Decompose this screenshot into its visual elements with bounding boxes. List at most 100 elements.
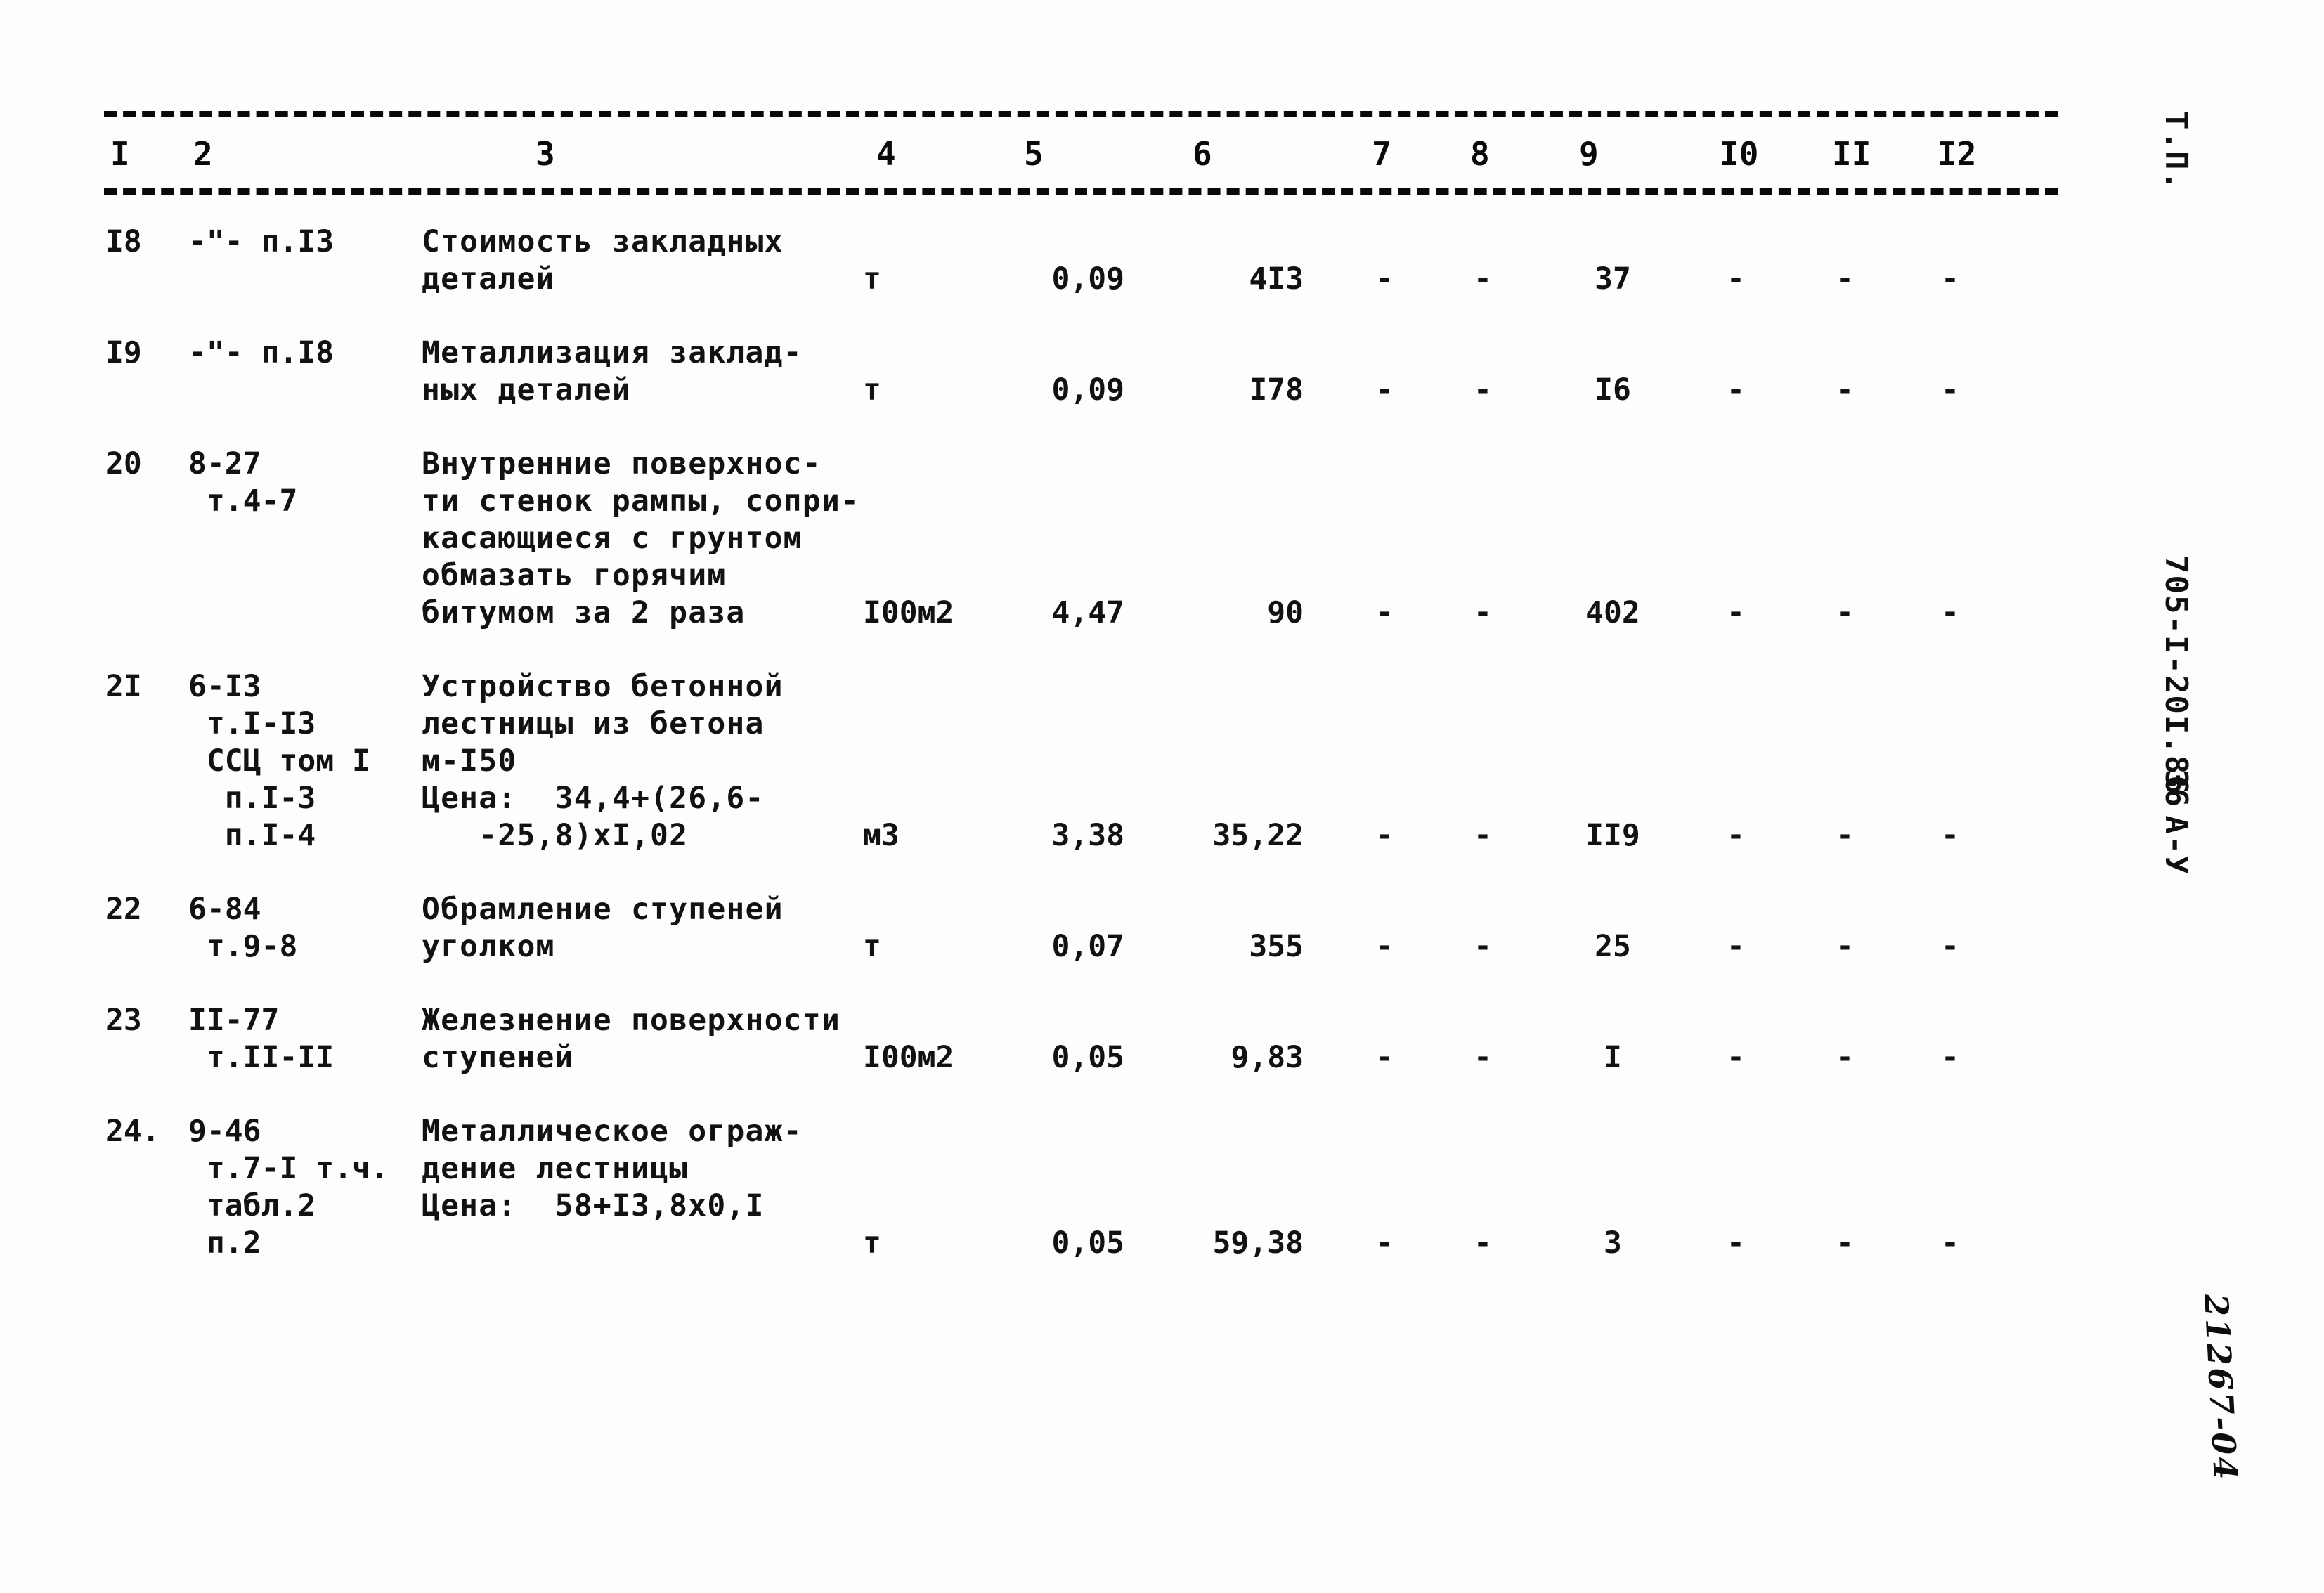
row-unit: м3 [863,818,900,853]
table-row: 23 II-77 т.II-II Железнение поверхности ст… [0,1002,2108,1113]
row-col9-total: I6 [1595,372,1631,408]
row-col12-value: - [1941,372,1959,408]
row-item-number: I9 [105,335,142,370]
side-project-mark: 705-I-20I.86 А-У [2158,555,2194,876]
column-header-6: 6 [1188,138,1217,170]
column-header-5: 5 [1019,138,1049,170]
row-col10-value: - [1727,372,1745,408]
row-unit: т [863,372,881,408]
row-norm-code: II-77 т.II-II [188,1003,335,1075]
row-quantity: 4,47 [1051,595,1124,630]
row-quantity: 0,09 [1051,372,1124,408]
row-norm-code: -"- п.I3 [188,224,335,259]
row-col12-value: - [1941,261,1959,297]
row-description: Железнение поверхности ступеней [422,1003,840,1075]
row-norm-code: 6-I3 т.I-I3 ССЦ том I п.I-3 п.I-4 [188,669,370,853]
column-header-4: 4 [871,138,901,170]
column-header-12: I2 [1933,138,1982,170]
side-title: Т.П. [2158,111,2194,191]
row-col11-value: - [1836,372,1854,408]
row-col10-value: - [1727,1040,1745,1075]
table-row: 2I 6-I3 т.I-I3 ССЦ том I п.I-3 п.I-4 Устро… [0,668,2108,891]
row-unit-price: 4I3 [1249,261,1304,297]
row-col11-value: - [1836,1225,1854,1261]
row-col7-value: - [1375,595,1394,630]
row-col11-value: - [1836,929,1854,964]
row-col12-value: - [1941,1225,1959,1261]
column-header-10: I0 [1715,138,1764,170]
table-row: 24. 9-46 т.7-I т.ч. табл.2 п.2 Металлическ… [0,1113,2108,1299]
row-col12-value: - [1941,1040,1959,1075]
column-header-8: 8 [1465,138,1495,170]
row-col8-value: - [1474,1225,1492,1261]
row-col8-value: - [1474,818,1492,853]
row-unit: I00м2 [863,595,954,630]
row-quantity: 3,38 [1051,818,1124,853]
row-col7-value: - [1375,1225,1394,1261]
row-item-number: 22 [105,892,142,927]
row-col10-value: - [1727,929,1745,964]
row-col12-value: - [1941,929,1959,964]
row-unit-price: 90 [1267,595,1304,630]
row-col9-total: 25 [1595,929,1631,964]
row-description: Металлизация заклад- ных деталей [422,335,803,408]
row-col9-total: 3 [1604,1225,1622,1261]
row-col8-value: - [1474,261,1492,297]
row-col9-total: 402 [1585,595,1640,630]
row-norm-code: -"- п.I8 [188,335,335,370]
row-quantity: 0,05 [1051,1040,1124,1075]
row-col9-total: I [1604,1040,1622,1075]
row-unit: т [863,261,881,297]
row-unit-price: 355 [1249,929,1304,964]
document-page: I 2 3 4 5 6 7 8 9 I0 II I2 I8 -"- п.I3 Стоимость закл… [0,0,2324,1593]
row-item-number: 24. [105,1114,160,1149]
row-quantity: 0,07 [1051,929,1124,964]
row-unit-price: 9,83 [1231,1040,1304,1075]
row-col9-total: 37 [1595,261,1631,297]
row-item-number: 23 [105,1003,142,1038]
row-norm-code: 6-84 т.9-8 [188,892,298,964]
column-header-2: 2 [188,138,218,170]
row-norm-code: 9-46 т.7-I т.ч. табл.2 п.2 [188,1114,389,1261]
column-header-7: 7 [1367,138,1396,170]
row-description: Внутренние поверхнос- ти стенок рампы, с… [422,446,860,630]
row-col8-value: - [1474,929,1492,964]
row-col7-value: - [1375,261,1394,297]
header-rule-top [104,111,2058,117]
row-quantity: 0,05 [1051,1225,1124,1261]
side-page-number: 36 [2158,769,2194,807]
row-col11-value: - [1836,1040,1854,1075]
row-description: Металлическое ограж- дение лестницы Цена… [422,1114,803,1223]
row-col10-value: - [1727,1225,1745,1261]
row-description: Обрамление ступеней уголком [422,892,784,964]
table-row: I9 -"- п.I8 Металлизация заклад- ных детал… [0,334,2108,446]
row-col12-value: - [1941,595,1959,630]
row-col7-value: - [1375,929,1394,964]
row-col8-value: - [1474,1040,1492,1075]
row-col8-value: - [1474,595,1492,630]
row-col7-value: - [1375,372,1394,408]
row-unit-price: 35,22 [1212,818,1304,853]
row-col11-value: - [1836,261,1854,297]
row-unit: т [863,1225,881,1261]
row-description: Устройство бетонной лестницы из бетона м… [422,669,784,853]
row-quantity: 0,09 [1051,261,1124,297]
row-unit: т [863,929,881,964]
column-header-1: I [105,138,135,170]
row-col10-value: - [1727,261,1745,297]
handwritten-archive-number: 21267-04 [2197,1293,2245,1483]
row-unit-price: 59,38 [1212,1225,1304,1261]
row-col11-value: - [1836,595,1854,630]
row-col7-value: - [1375,1040,1394,1075]
row-item-number: I8 [105,224,142,259]
row-item-number: 20 [105,446,142,481]
column-header-11: II [1827,138,1876,170]
row-unit-price: I78 [1249,372,1304,408]
row-col12-value: - [1941,818,1959,853]
table-row: 20 8-27 т.4-7 Внутренние поверхнос- ти сте… [0,446,2108,668]
row-col10-value: - [1727,818,1745,853]
row-item-number: 2I [105,669,142,704]
row-description: Стоимость закладных деталей [422,224,784,297]
row-unit: I00м2 [863,1040,954,1075]
table-row: I8 -"- п.I3 Стоимость закладных деталей т 0,… [0,223,2108,334]
